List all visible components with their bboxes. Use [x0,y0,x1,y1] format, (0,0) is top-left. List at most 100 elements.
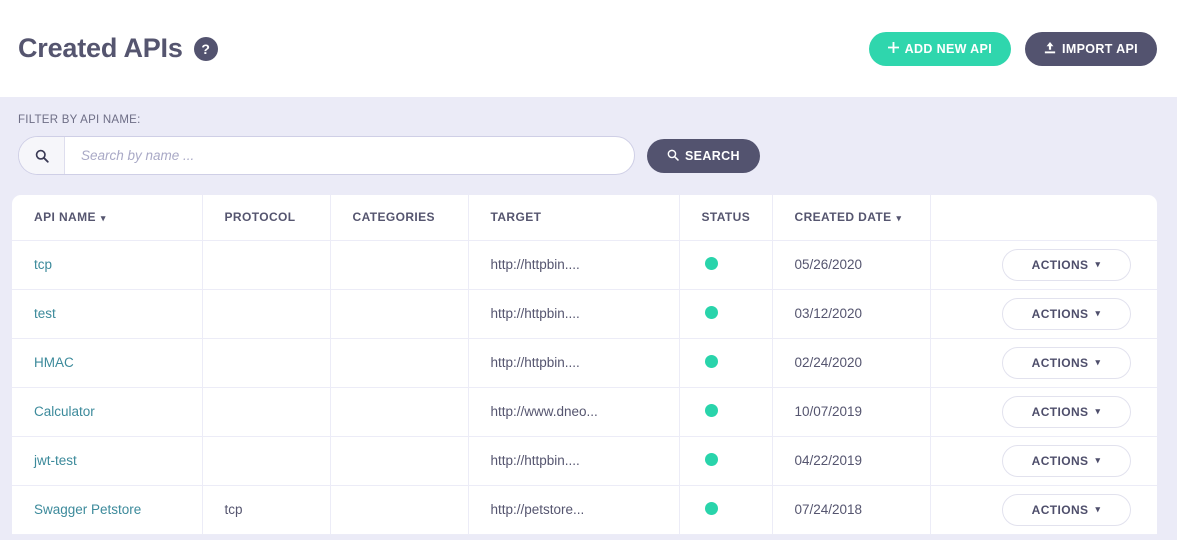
cell-actions: ACTIONS▾ [930,240,1157,289]
cell-api-name: test [12,289,202,338]
actions-button-label: ACTIONS [1032,503,1089,517]
actions-button[interactable]: ACTIONS ▾ [1002,347,1131,379]
status-badge [705,257,718,270]
chevron-down-icon: ▾ [1095,308,1100,319]
search-input[interactable] [65,137,634,174]
status-badge [705,502,718,515]
api-name-link[interactable]: tcp [34,257,52,272]
cell-target: http://httpbin.... [468,338,679,387]
chevron-down-icon: ▾ [101,213,106,224]
chevron-down-icon: ▾ [1095,357,1100,368]
cell-target: http://httpbin.... [468,436,679,485]
cell-status [679,240,772,289]
cell-protocol [202,387,330,436]
actions-button-label: ACTIONS [1032,356,1089,370]
status-badge [705,404,718,417]
cell-created-date: 05/26/2020 [772,240,930,289]
page-header: Created APIs ? ADD NEW API IMPORT API [0,0,1177,97]
cell-actions: ACTIONS ▾ [930,289,1157,338]
add-new-api-button[interactable]: ADD NEW API [869,32,1011,66]
table-container: API NAME ▾ PROTOCOL CATEGORIES TARGET STA… [0,195,1177,540]
cell-protocol [202,338,330,387]
column-header-actions [930,195,1157,240]
upload-icon [1044,42,1056,56]
import-api-button[interactable]: IMPORT API [1025,32,1157,66]
filter-row: SEARCH [18,136,1159,175]
cell-created-date: 03/12/2020 [772,289,930,338]
cell-actions: ACTIONS ▾ [930,485,1157,534]
cell-status [679,436,772,485]
search-icon [667,149,679,163]
column-header-created-date-label: CREATED DATE [795,210,892,224]
column-header-created-date[interactable]: CREATED DATE ▾ [772,195,930,240]
api-name-link[interactable]: test [34,306,56,321]
cell-api-name: HMAC [12,338,202,387]
table-row: jwt-test http://httpbin.... 04/22/2019 ACTI… [12,436,1157,485]
header-actions: ADD NEW API IMPORT API [869,32,1157,66]
column-header-target[interactable]: TARGET [468,195,679,240]
search-icon[interactable] [19,137,65,174]
cell-api-name: tcp [12,240,202,289]
column-header-status[interactable]: STATUS [679,195,772,240]
cell-protocol [202,289,330,338]
column-header-protocol[interactable]: PROTOCOL [202,195,330,240]
actions-button[interactable]: ACTIONS ▾ [1002,298,1131,330]
actions-button-label: ACTIONS [1032,307,1089,321]
status-badge [705,453,718,466]
table-row: tcp http://httpbin.... 05/26/2020 ACTIONS▾ [12,240,1157,289]
table-row: HMAChttp://httpbin....02/24/2020ACTIONS▾ [12,338,1157,387]
api-name-link[interactable]: Swagger Petstore [34,502,141,517]
column-header-target-label: TARGET [491,210,542,224]
import-api-label: IMPORT API [1062,42,1138,56]
actions-button-label: ACTIONS [1032,258,1089,272]
column-header-api-name-label: API NAME [34,210,96,224]
cell-status [679,387,772,436]
add-new-api-label: ADD NEW API [905,42,992,56]
cell-categories [330,240,468,289]
cell-api-name: Calculator [12,387,202,436]
search-button-label: SEARCH [685,149,740,163]
cell-actions: ACTIONS▾ [930,387,1157,436]
actions-button[interactable]: ACTIONS▾ [1002,445,1131,477]
actions-button-label: ACTIONS [1032,405,1089,419]
actions-button[interactable]: ACTIONS▾ [1002,249,1131,281]
status-badge [705,355,718,368]
api-name-link[interactable]: HMAC [34,355,74,370]
cell-created-date: 10/07/2019 [772,387,930,436]
cell-api-name: jwt-test [12,436,202,485]
actions-button-label: ACTIONS [1032,454,1089,468]
api-name-link[interactable]: jwt-test [34,453,77,468]
table-row: Swagger Petstoretcphttp://petstore...07/… [12,485,1157,534]
cell-categories [330,485,468,534]
cell-target: http://petstore... [468,485,679,534]
column-header-api-name[interactable]: API NAME ▾ [12,195,202,240]
table-body: tcphttp://httpbin....05/26/2020ACTIONS▾t… [12,240,1157,534]
search-button[interactable]: SEARCH [647,139,760,173]
cell-created-date: 04/22/2019 [772,436,930,485]
cell-api-name: Swagger Petstore [12,485,202,534]
cell-categories [330,338,468,387]
help-circle-icon[interactable]: ? [194,37,218,61]
cell-target: http://httpbin.... [468,289,679,338]
created-apis-table: API NAME ▾ PROTOCOL CATEGORIES TARGET STA… [12,195,1157,535]
table-row: test http://httpbin.... 03/12/2020 ACTIONS ▾ [12,289,1157,338]
table-header-row: API NAME ▾ PROTOCOL CATEGORIES TARGET STA… [12,195,1157,240]
cell-actions: ACTIONS▾ [930,436,1157,485]
chevron-down-icon: ▾ [897,213,902,224]
cell-protocol [202,436,330,485]
cell-status [679,485,772,534]
cell-target: http://httpbin.... [468,240,679,289]
plus-icon [888,42,899,55]
api-name-link[interactable]: Calculator [34,404,95,419]
cell-actions: ACTIONS ▾ [930,338,1157,387]
filter-label: FILTER BY API NAME: [18,114,1159,126]
chevron-down-icon: ▾ [1095,504,1100,515]
cell-protocol [202,240,330,289]
page-title: Created APIs [18,35,183,62]
cell-protocol: tcp [202,485,330,534]
table-row: Calculatorhttp://www.dneo...10/07/2019AC… [12,387,1157,436]
actions-button[interactable]: ACTIONS ▾ [1002,494,1131,526]
column-header-status-label: STATUS [702,210,751,224]
actions-button[interactable]: ACTIONS▾ [1002,396,1131,428]
column-header-categories[interactable]: CATEGORIES [330,195,468,240]
